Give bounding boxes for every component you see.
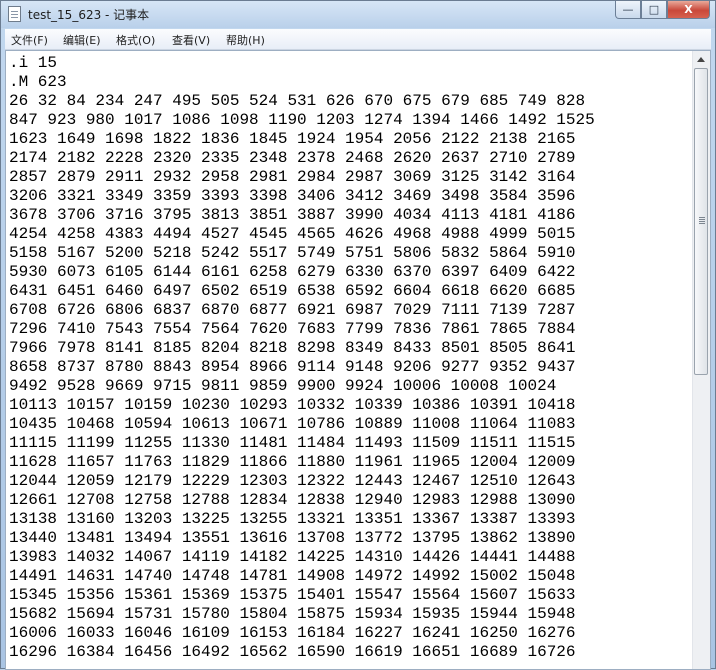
menu-format[interactable]: 格式(O) bbox=[116, 32, 155, 48]
menu-help[interactable]: 帮助(H) bbox=[226, 32, 265, 48]
maximize-button[interactable]: □ bbox=[641, 1, 667, 19]
document-text[interactable]: .i 15 .M 623 26 32 84 234 247 495 505 52… bbox=[9, 54, 692, 662]
menu-file[interactable]: 文件(F) bbox=[11, 32, 48, 48]
scrollbar-thumb[interactable] bbox=[694, 68, 708, 375]
close-button[interactable]: X bbox=[667, 1, 710, 19]
menu-view[interactable]: 查看(V) bbox=[172, 32, 210, 48]
minimize-button[interactable]: — bbox=[615, 1, 641, 19]
window-title: test_15_623 - 记事本 bbox=[28, 8, 150, 22]
caption-buttons: — □ X bbox=[615, 1, 710, 20]
notepad-icon bbox=[8, 6, 21, 22]
text-editor[interactable]: .i 15 .M 623 26 32 84 234 247 495 505 52… bbox=[5, 50, 711, 670]
notepad-window: test_15_623 - 记事本 — □ X 文件(F) 编辑(E) 格式(O… bbox=[0, 0, 716, 670]
menu-bar: 文件(F) 编辑(E) 格式(O) 查看(V) 帮助(H) bbox=[5, 29, 711, 50]
title-bar[interactable]: test_15_623 - 记事本 — □ X bbox=[1, 1, 715, 28]
vertical-scrollbar[interactable] bbox=[692, 51, 710, 669]
scroll-up-arrow-icon[interactable] bbox=[697, 57, 705, 62]
menu-edit[interactable]: 编辑(E) bbox=[63, 32, 101, 48]
grip-icon bbox=[699, 217, 705, 218]
